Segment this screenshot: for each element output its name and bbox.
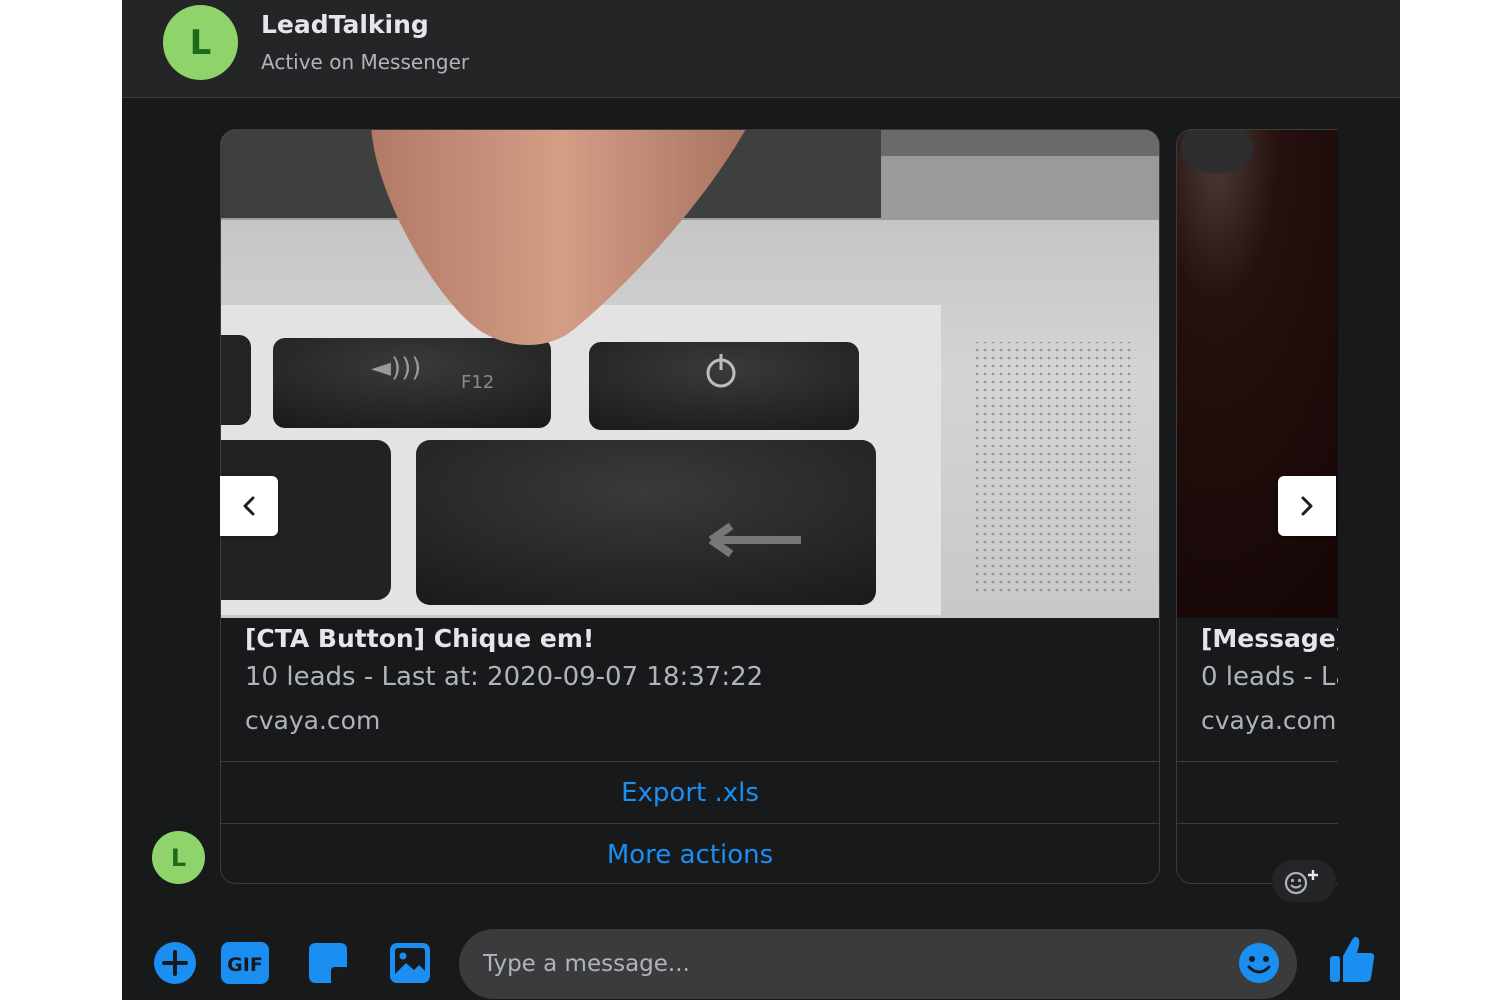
image-icon xyxy=(390,943,430,983)
carousel-next-button[interactable] xyxy=(1278,476,1336,536)
generic-template-carousel: ◄))) F12 [CTA Button] Chique em! 10 lead… xyxy=(220,129,1338,885)
svg-text:◄))): ◄))) xyxy=(371,353,421,383)
add-reaction-button[interactable] xyxy=(1272,860,1336,902)
emoji-button[interactable] xyxy=(1234,938,1284,988)
sticker-button[interactable] xyxy=(303,938,353,988)
more-actions-composer-button[interactable] xyxy=(150,938,200,988)
card-domain: cvaya.com xyxy=(1201,706,1337,735)
add-reaction-icon xyxy=(1284,870,1318,895)
card-button[interactable] xyxy=(1177,761,1338,823)
export-xls-button[interactable]: Export .xls xyxy=(221,761,1159,823)
card-image[interactable]: ◄))) F12 xyxy=(221,130,1159,618)
avatar[interactable]: L xyxy=(163,5,238,80)
contact-name[interactable]: LeadTalking xyxy=(261,10,429,39)
active-status: Active on Messenger xyxy=(261,50,470,74)
keyboard-photo: ◄))) F12 xyxy=(221,130,1159,618)
sticker-icon xyxy=(309,943,347,983)
carousel-card: ◄))) F12 [CTA Button] Chique em! 10 lead… xyxy=(220,129,1160,884)
dark-photo xyxy=(1177,130,1338,618)
svg-text:F12: F12 xyxy=(461,372,494,393)
sender-avatar[interactable]: L xyxy=(152,831,205,884)
card-domain: cvaya.com xyxy=(245,706,381,735)
more-actions-button[interactable]: More actions xyxy=(221,823,1159,883)
gif-label: GIF xyxy=(227,954,263,976)
gif-button[interactable]: GIF xyxy=(220,938,270,988)
card-subtitle: 10 leads - Last at: 2020-09-07 18:37:22 xyxy=(245,662,764,692)
like-button[interactable] xyxy=(1324,932,1380,988)
conversation-header: L LeadTalking Active on Messenger xyxy=(122,0,1400,98)
gif-icon: GIF xyxy=(221,942,269,984)
card-title: [CTA Button] Chique em! xyxy=(245,624,595,653)
messenger-window: L LeadTalking Active on Messenger ◄))) F… xyxy=(122,0,1400,1000)
thumbs-up-icon xyxy=(1330,936,1375,982)
chevron-left-icon xyxy=(243,496,255,516)
chevron-right-icon xyxy=(1301,496,1313,516)
emoji-icon xyxy=(1239,943,1279,983)
card-image[interactable] xyxy=(1177,130,1338,618)
attach-image-button[interactable] xyxy=(385,938,435,988)
carousel-prev-button[interactable] xyxy=(220,476,278,536)
message-input[interactable] xyxy=(459,929,1297,999)
plus-icon xyxy=(154,942,196,984)
card-title: [Message] xyxy=(1201,624,1338,653)
card-subtitle: 0 leads - La xyxy=(1201,662,1338,692)
